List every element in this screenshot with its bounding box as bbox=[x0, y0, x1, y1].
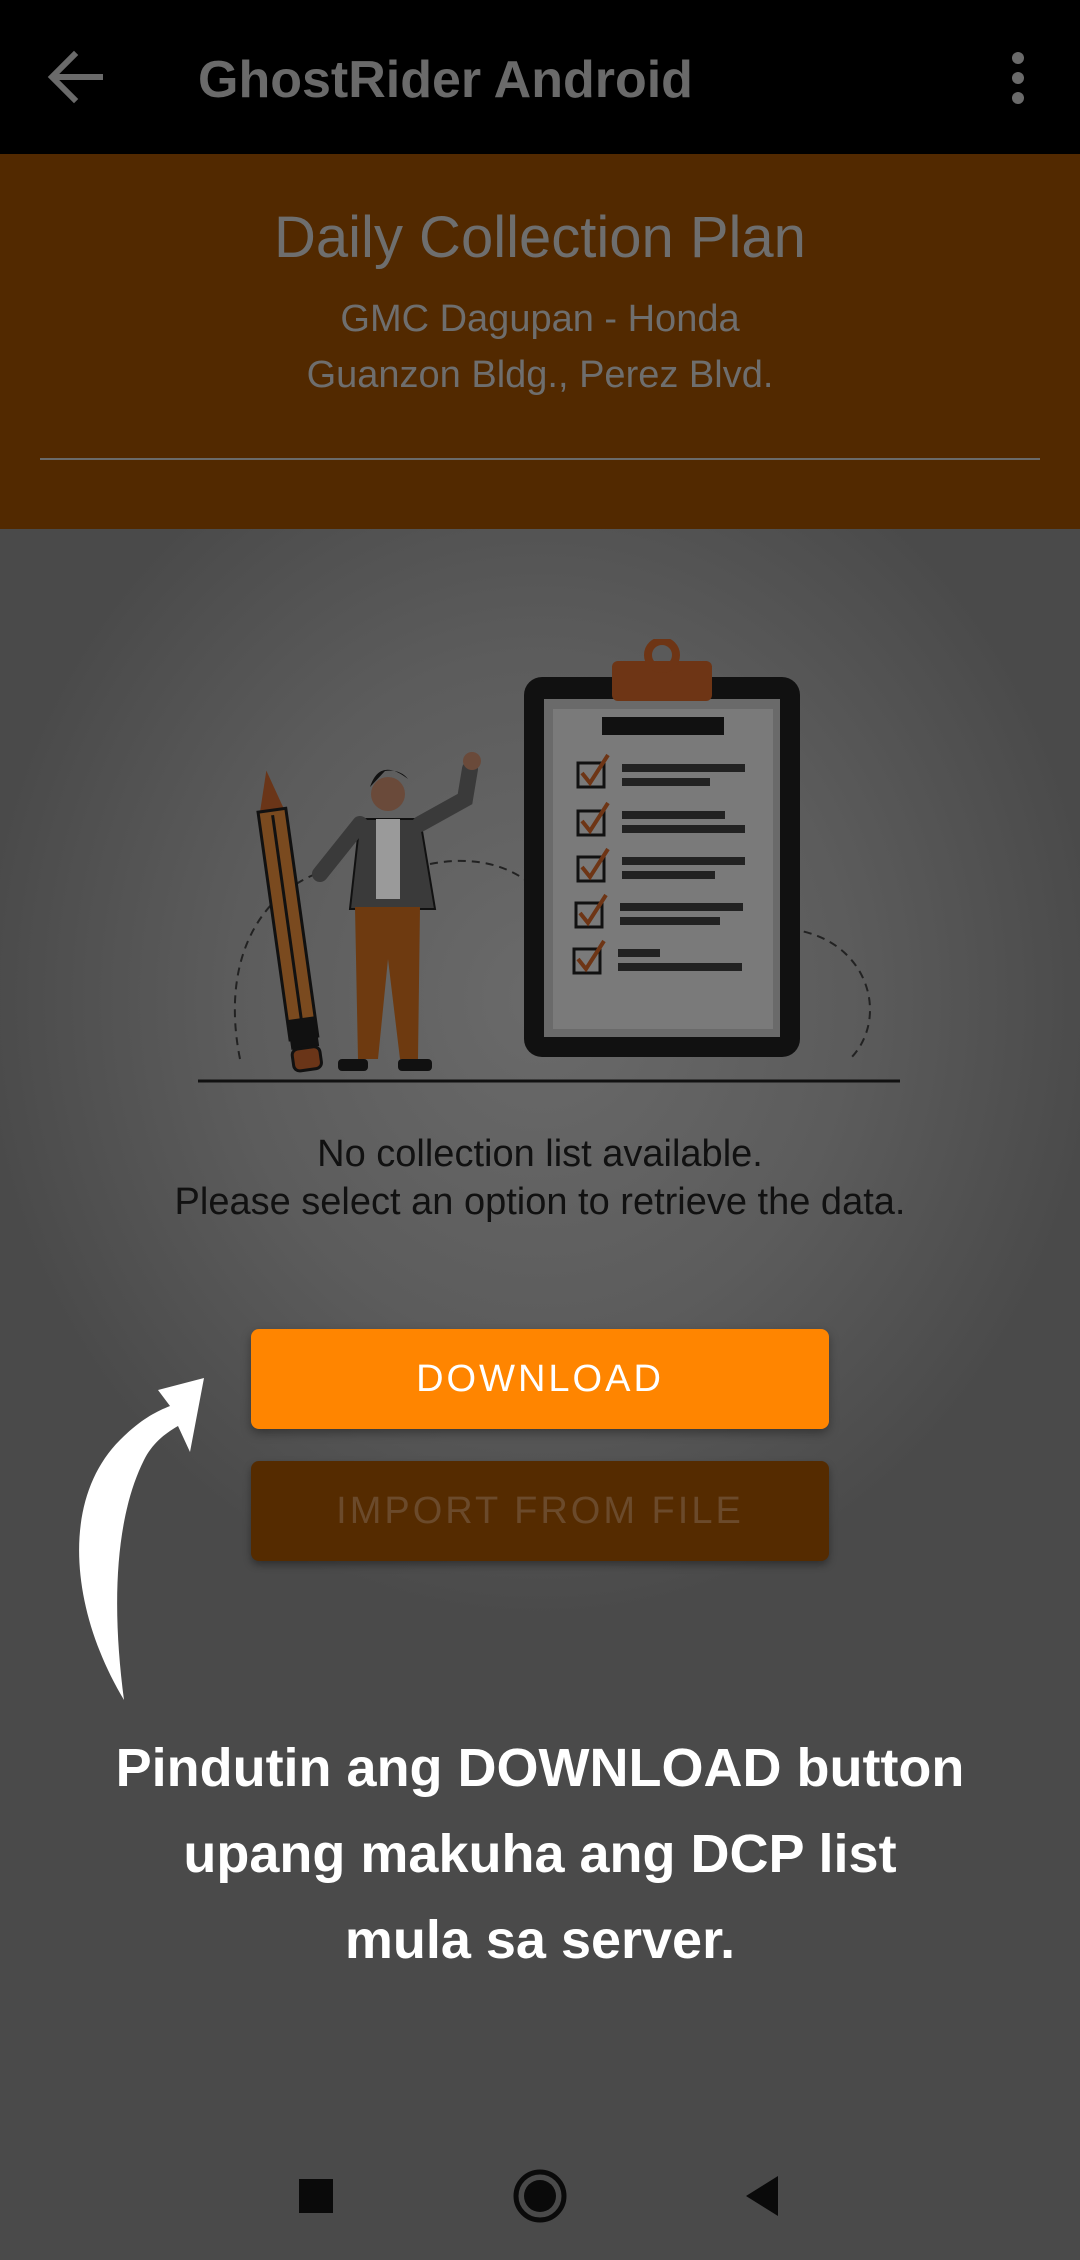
header-divider bbox=[40, 458, 1040, 460]
app-title: GhostRider Android bbox=[198, 51, 693, 109]
circle-icon[interactable] bbox=[510, 2166, 570, 2226]
branch-address: Guanzon Bldg., Perez Blvd. bbox=[306, 354, 774, 396]
empty-message-line1: No collection list available. bbox=[317, 1133, 763, 1175]
download-button[interactable]: DOWNLOAD bbox=[251, 1329, 829, 1429]
plan-header: Daily Collection Plan GMC Dagupan - Hond… bbox=[0, 154, 1080, 529]
tutorial-line3: mula sa server. bbox=[344, 1910, 736, 1970]
arrow-left-icon[interactable] bbox=[40, 45, 110, 109]
app-bar: GhostRider Android bbox=[0, 0, 1080, 154]
tutorial-line1: Pindutin ang DOWNLOAD button bbox=[115, 1738, 965, 1798]
more-vertical-icon[interactable] bbox=[998, 48, 1038, 108]
branch-name: GMC Dagupan - Honda bbox=[340, 298, 740, 340]
empty-message-line2: Please select an option to retrieve the … bbox=[174, 1181, 906, 1223]
tutorial-hint: Pindutin ang DOWNLOAD button upang makuh… bbox=[40, 1725, 1040, 1983]
tutorial-line2: upang makuha ang DCP list bbox=[183, 1824, 897, 1884]
clipboard-illustration bbox=[198, 639, 900, 1083]
curved-arrow-icon bbox=[79, 1378, 204, 1700]
system-nav-bar bbox=[0, 2132, 1080, 2260]
square-icon[interactable] bbox=[286, 2166, 346, 2226]
plan-title: Daily Collection Plan bbox=[274, 205, 806, 270]
triangle-back-icon[interactable] bbox=[734, 2166, 794, 2226]
import-from-file-button[interactable]: IMPORT FROM FILE bbox=[251, 1461, 829, 1561]
